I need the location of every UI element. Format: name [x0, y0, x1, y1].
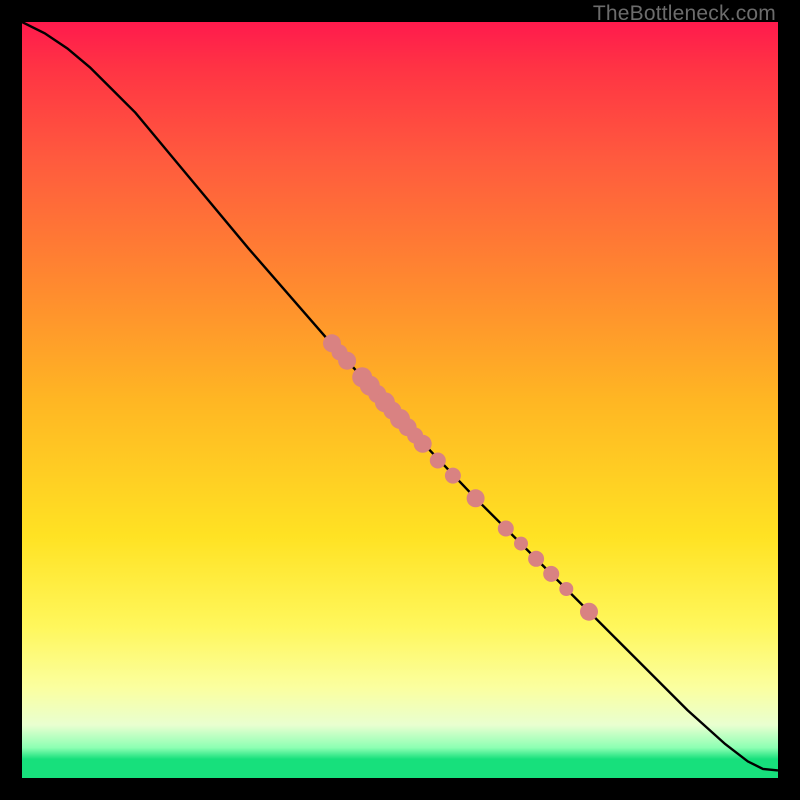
scatter-point	[338, 352, 356, 370]
scatter-markers	[323, 334, 598, 620]
chart-frame	[22, 22, 778, 778]
curve-line	[22, 22, 778, 770]
scatter-point	[559, 582, 573, 596]
scatter-point	[498, 521, 514, 537]
scatter-point	[528, 551, 544, 567]
scatter-point	[445, 468, 461, 484]
scatter-point	[543, 566, 559, 582]
scatter-point	[580, 603, 598, 621]
scatter-point	[414, 435, 432, 453]
scatter-point	[514, 537, 528, 551]
chart-svg	[22, 22, 778, 778]
scatter-point	[467, 489, 485, 507]
scatter-point	[430, 453, 446, 469]
